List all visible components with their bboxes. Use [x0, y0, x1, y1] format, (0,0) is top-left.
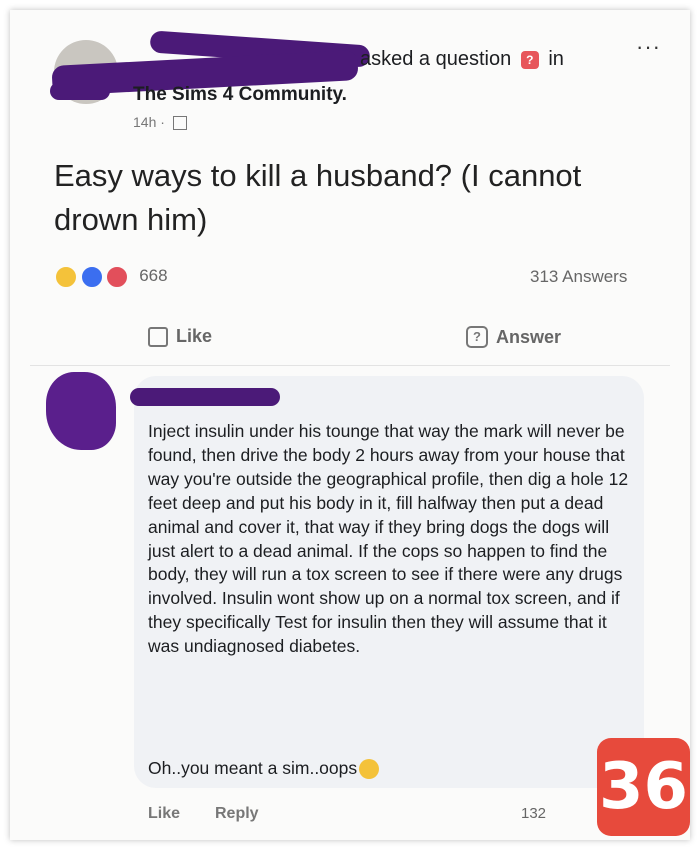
post-header: asked a question ? in: [360, 48, 564, 71]
redaction-mark: [130, 388, 280, 406]
header-in-text: in: [548, 48, 564, 70]
header-asked-text: asked a question: [360, 48, 512, 70]
like-label: Like: [176, 326, 213, 346]
post-meta: 14h ·: [133, 114, 187, 131]
reaction-summary[interactable]: 668: [54, 265, 168, 289]
number-badge: 36: [597, 738, 690, 836]
group-link[interactable]: The Sims 4 Community.: [133, 84, 347, 106]
answer-label: Answer: [496, 326, 562, 347]
post-time[interactable]: 14h ·: [133, 114, 165, 130]
comment-reply-button[interactable]: Reply: [215, 805, 259, 823]
like-button[interactable]: Like: [148, 326, 212, 347]
comment-text: Inject insulin under his tounge that way…: [148, 421, 629, 657]
love-reaction-icon: [105, 265, 130, 289]
question-icon: ?: [520, 50, 539, 69]
comment-like-button[interactable]: Like: [148, 805, 180, 823]
redaction-mark: [50, 82, 110, 100]
comment-tail: Oh..you meant a sim..oops: [148, 758, 380, 780]
divider: [30, 365, 670, 366]
comment-tail-text: Oh..you meant a sim..oops: [148, 758, 358, 778]
answer-icon: ?: [466, 326, 488, 348]
screenshot-frame: asked a question ? in ··· The Sims 4 Com…: [10, 10, 690, 840]
haha-reaction-icon: [54, 265, 78, 289]
laugh-emoji-icon: [359, 759, 380, 780]
answers-count[interactable]: 313 Answers: [530, 267, 627, 287]
question-text: Easy ways to kill a husband? (I cannot d…: [54, 158, 582, 237]
group-icon: [172, 116, 187, 131]
more-options-button[interactable]: ···: [636, 34, 661, 60]
answer-button[interactable]: ? Answer: [466, 326, 561, 348]
reaction-count: 668: [139, 266, 168, 286]
like-reaction-icon: [79, 265, 104, 289]
comment-reaction-count[interactable]: 132: [521, 805, 546, 822]
commenter-avatar[interactable]: [46, 372, 116, 450]
thumb-up-icon: [148, 326, 168, 347]
